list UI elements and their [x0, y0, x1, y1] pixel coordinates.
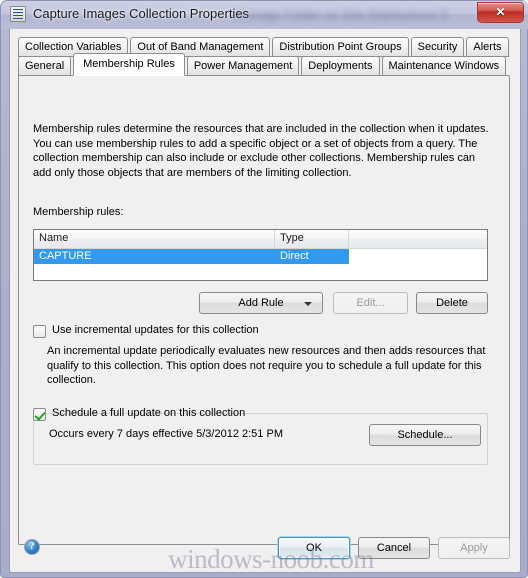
properties-document-icon — [10, 6, 26, 22]
tab-security[interactable]: Security — [410, 37, 465, 57]
add-rule-button[interactable]: Add Rule — [199, 292, 323, 314]
full-update-occurs-text: Occurs every 7 days effective 5/3/2012 2… — [49, 428, 283, 440]
title-bar: Capture Images Collection Properties Man… — [1, 1, 528, 29]
column-header-type[interactable]: Type — [275, 230, 349, 248]
ok-button[interactable]: OK — [278, 537, 350, 559]
cell-rule-type: Direct — [275, 249, 349, 264]
tab-membership-rules[interactable]: Membership Rules — [73, 53, 185, 76]
schedule-full-update-checkbox[interactable] — [33, 408, 46, 421]
apply-button[interactable]: Apply — [438, 537, 510, 559]
tab-deployments[interactable]: Deployments — [301, 56, 380, 76]
table-row[interactable]: CAPTURE Direct — [34, 249, 487, 264]
membership-description: Membership rules determine the resources… — [33, 123, 489, 179]
cancel-button[interactable]: Cancel — [358, 537, 430, 559]
tab-maintenance-windows[interactable]: Maintenance Windows — [381, 56, 507, 76]
dialog-window: Capture Images Collection Properties Man… — [0, 0, 528, 578]
column-header-blank[interactable] — [349, 230, 487, 248]
incremental-updates-checkbox[interactable] — [33, 325, 46, 338]
tab-alerts[interactable]: Alerts — [466, 37, 509, 57]
delete-button[interactable]: Delete — [416, 292, 488, 314]
chevron-down-icon — [304, 302, 312, 306]
incremental-updates-description: An incremental update periodically evalu… — [47, 345, 486, 386]
tab-general[interactable]: General — [18, 56, 72, 76]
help-glyph: ? — [29, 541, 35, 552]
help-icon[interactable]: ? — [24, 539, 40, 555]
list-header-row: Name Type — [34, 230, 487, 249]
close-icon: ✕ — [495, 5, 506, 19]
membership-rules-list[interactable]: Name Type CAPTURE Direct — [33, 229, 488, 281]
tab-distribution-point-groups[interactable]: Distribution Point Groups — [272, 37, 409, 57]
tab-power-management[interactable]: Power Management — [186, 56, 300, 76]
dialog-client-area: Collection Variables Out of Band Manageme… — [9, 29, 521, 573]
tab-strip: Collection Variables Out of Band Manageme… — [18, 37, 510, 77]
schedule-full-update-label: Schedule a full update on this collectio… — [52, 407, 246, 419]
window-title: Capture Images Collection Properties — [33, 6, 250, 21]
cell-rule-name: CAPTURE — [34, 249, 275, 264]
membership-rules-label: Membership rules: — [33, 206, 124, 218]
title-blurred-text: Manage Folder on Site Deployment S — [235, 8, 449, 22]
tab-page-membership-rules: Membership rules determine the resources… — [18, 75, 510, 545]
tab-row-bottom: General Membership Rules Power Management D… — [18, 53, 508, 76]
edit-button[interactable]: Edit... — [333, 292, 408, 314]
schedule-button[interactable]: Schedule... — [369, 424, 481, 446]
add-rule-label: Add Rule — [238, 297, 284, 309]
column-header-name[interactable]: Name — [34, 230, 275, 248]
close-button[interactable]: ✕ — [477, 2, 524, 23]
incremental-updates-label: Use incremental updates for this collect… — [52, 324, 259, 336]
